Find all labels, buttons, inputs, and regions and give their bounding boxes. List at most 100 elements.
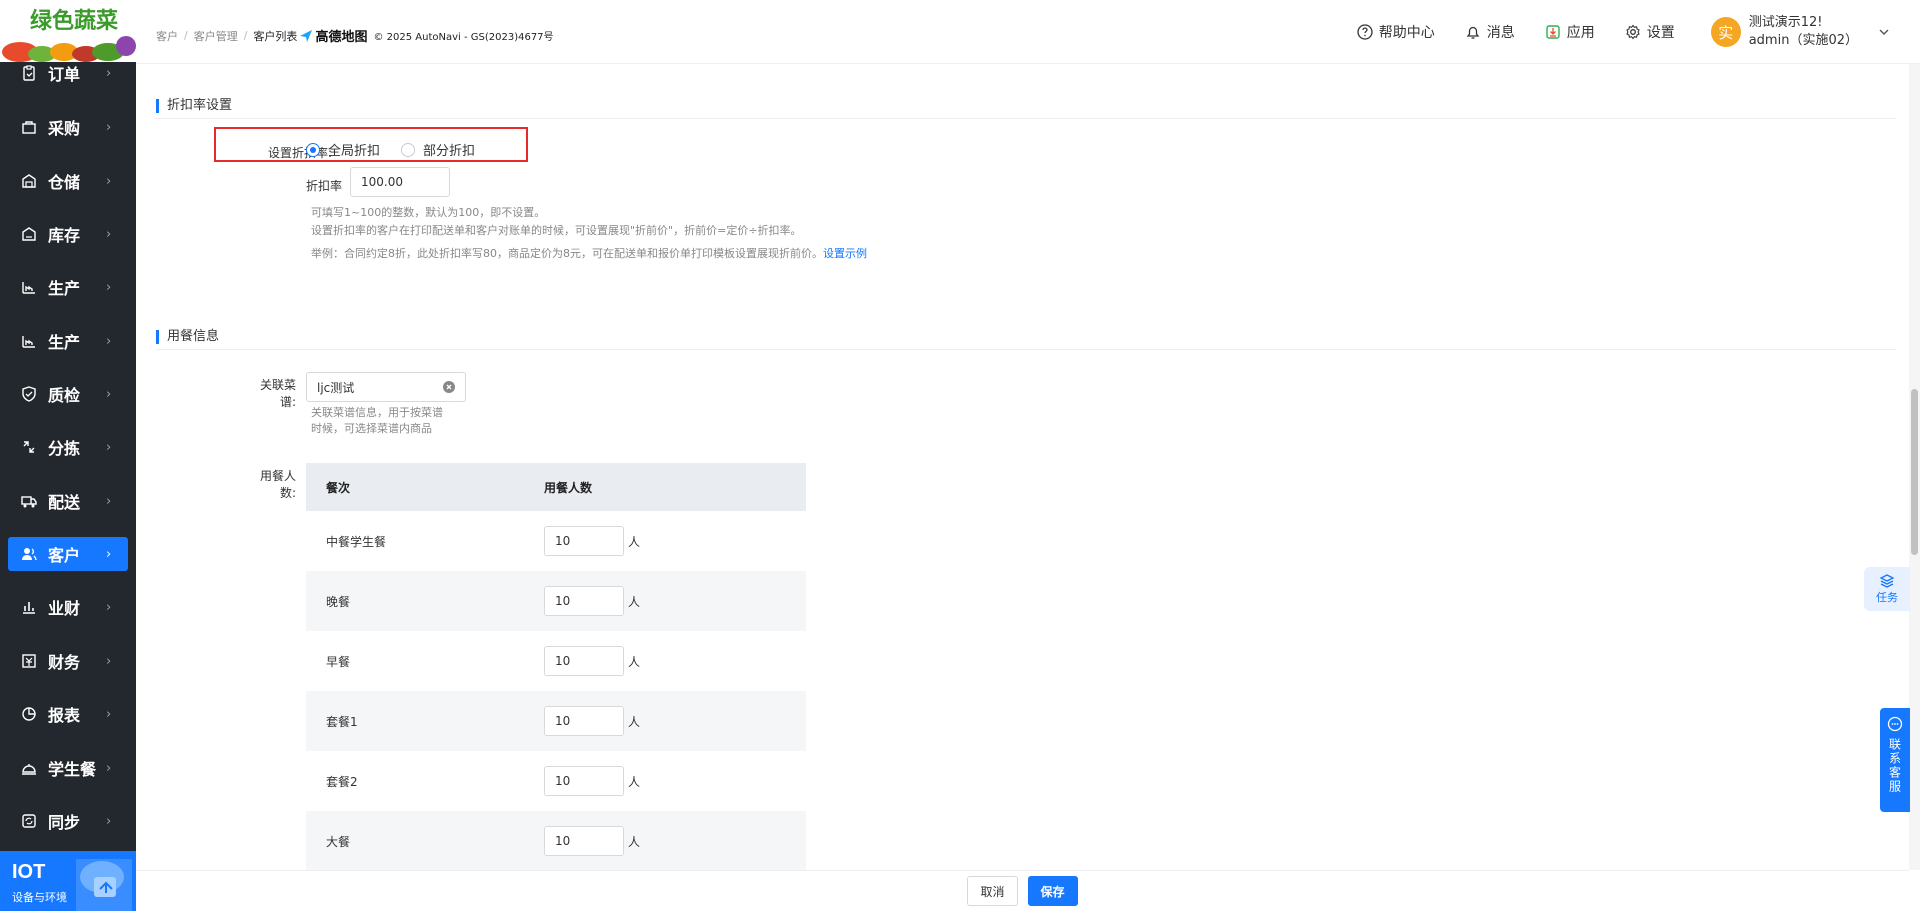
sidebar-item-production[interactable]: 生产 › <box>8 270 128 304</box>
sidebar-item-label: 配送 <box>48 493 81 512</box>
iot-cloud-icon <box>76 859 132 911</box>
main-content: 折扣率设置 设置折扣率: 全局折扣 部分折扣 折扣率 100.00 可填写1~1… <box>136 64 1920 870</box>
sidebar-item-student-meal[interactable]: 学生餐 › <box>8 751 128 785</box>
cancel-button[interactable]: 取消 <box>967 876 1018 906</box>
diners-input[interactable]: 10 <box>544 586 624 616</box>
clear-icon[interactable] <box>443 381 455 393</box>
user-menu[interactable]: 实 测试演示12! admin（实施02） <box>1710 14 1890 50</box>
scrollbar-thumb[interactable] <box>1911 389 1918 555</box>
menu-select[interactable]: ljc测试 <box>306 372 466 402</box>
logo-image: 绿色蔬菜 <box>0 0 136 62</box>
sidebar-item-label: 同步 <box>48 813 81 832</box>
sidebar-item-purchase[interactable]: 采购 › <box>8 110 128 144</box>
setting-example-link[interactable]: 设置示例 <box>823 247 867 260</box>
map-copyright: © 2025 AutoNavi - GS(2023)4677号 <box>373 32 554 43</box>
sidebar-item-warehouse[interactable]: 仓储 › <box>8 164 128 198</box>
unit-label: 人 <box>628 834 641 849</box>
discount-rate-input[interactable]: 100.00 <box>350 167 450 197</box>
breadcrumb-item[interactable]: 客户管理 <box>194 28 238 44</box>
breadcrumb-item[interactable]: 客户 <box>156 28 178 44</box>
save-button[interactable]: 保存 <box>1027 876 1078 906</box>
chevron-right-icon: › <box>106 599 112 615</box>
map-brand: 高德地图 <box>315 30 368 45</box>
sidebar-item-finance[interactable]: 财务 › <box>8 644 128 678</box>
messages-button[interactable]: 消息 <box>1465 22 1515 42</box>
chevron-right-icon: › <box>106 439 112 455</box>
user-name: 测试演示12! <box>1748 15 1823 30</box>
factory-icon <box>20 332 38 350</box>
sidebar-item-sorting[interactable]: 分拣 › <box>8 430 128 464</box>
amap-logo-icon <box>300 29 313 42</box>
diners-input[interactable]: 10 <box>544 766 624 796</box>
sidebar-item-quality[interactable]: 质检 › <box>8 377 128 411</box>
radio-partial-discount[interactable]: 部分折扣 <box>401 140 475 159</box>
table-header: 餐次 用餐人数 <box>306 463 806 511</box>
sidebar-item-customers[interactable]: 客户 › <box>8 537 128 571</box>
chevron-right-icon: › <box>106 65 112 81</box>
messages-label: 消息 <box>1486 25 1515 41</box>
settings-button[interactable]: 设置 <box>1625 22 1675 42</box>
menu-select-value: ljc测试 <box>317 380 355 395</box>
radio-global-discount-label: 全局折扣 <box>328 144 381 159</box>
customer-service-button[interactable]: 联系客服 <box>1880 708 1910 812</box>
sidebar-item-production-2[interactable]: 生产 › <box>8 324 128 358</box>
map-attribution: 高德地图 © 2025 AutoNavi - GS(2023)4677号 <box>299 26 554 45</box>
chevron-right-icon: › <box>106 546 112 562</box>
section-divider <box>156 349 1896 350</box>
layers-icon <box>1879 574 1895 588</box>
menu-label: 关联菜谱: <box>259 378 296 409</box>
task-button[interactable]: 任务 <box>1864 567 1910 611</box>
gear-icon <box>1626 24 1640 40</box>
meal-table: 餐次 用餐人数 中餐学生餐 10 人 晚餐 10 人 早餐 10 人 套餐1 10 人 … <box>306 463 806 870</box>
iot-banner[interactable]: IOT 设备与环境 <box>0 851 136 911</box>
diners-input[interactable]: 10 <box>544 706 624 736</box>
help-center-button[interactable]: 帮助中心 <box>1357 22 1435 42</box>
table-row: 套餐2 10 人 <box>306 751 806 811</box>
diners-input[interactable]: 10 <box>544 826 624 856</box>
sidebar-item-delivery[interactable]: 配送 › <box>8 484 128 518</box>
shopping-bag-icon <box>20 118 38 136</box>
logo[interactable]: 绿色蔬菜 <box>0 0 136 62</box>
sidebar-item-sync[interactable]: 同步 › <box>8 804 128 838</box>
diners-input[interactable]: 10 <box>544 526 624 556</box>
table-row: 套餐1 10 人 <box>306 691 806 751</box>
sidebar-item-label: 采购 <box>48 119 81 138</box>
scrollbar[interactable] <box>1909 64 1920 870</box>
radio-unselected-icon <box>401 142 415 157</box>
menu-hint-1: 关联菜谱信息，用于按菜谱 <box>311 406 443 419</box>
chevron-right-icon: › <box>106 173 112 189</box>
bell-icon <box>1466 26 1480 39</box>
sidebar-item-label: 质检 <box>48 386 81 405</box>
apps-label: 应用 <box>1566 25 1595 41</box>
unit-label: 人 <box>628 594 641 609</box>
breadcrumb-current: 客户列表 <box>253 29 298 43</box>
sidebar-item-inventory[interactable]: 库存 › <box>8 217 128 251</box>
table-row: 早餐 10 人 <box>306 631 806 691</box>
sidebar-item-orders[interactable]: 订单 › <box>8 56 128 90</box>
discount-hint-1: 可填写1~100的整数，默认为100，即不设置。 <box>311 206 546 219</box>
diners-label: 用餐人数: <box>259 469 296 500</box>
help-center-label: 帮助中心 <box>1378 25 1435 41</box>
meal-section-title: 用餐信息 <box>156 330 219 344</box>
chevron-right-icon: › <box>106 706 112 722</box>
meal-name: 套餐2 <box>326 774 358 789</box>
chevron-right-icon: › <box>106 226 112 242</box>
meal-name: 晚餐 <box>326 594 351 609</box>
sidebar-item-business-finance[interactable]: 业财 › <box>8 590 128 624</box>
discount-section-title: 折扣率设置 <box>156 99 232 113</box>
sidebar-item-label: 生产 <box>48 333 81 352</box>
sidebar-item-label: 订单 <box>48 65 81 84</box>
diners-input[interactable]: 10 <box>544 646 624 676</box>
iot-subtitle: 设备与环境 <box>12 891 67 904</box>
meal-name: 大餐 <box>326 834 351 849</box>
discount-hint-2: 设置折扣率的客户在打印配送单和客户对账单的时候，可设置展现"折前价"，折前价=定… <box>311 224 802 237</box>
sidebar-item-label: 业财 <box>48 599 81 618</box>
sidebar-item-reports[interactable]: 报表 › <box>8 697 128 731</box>
task-label: 任务 <box>1876 591 1898 604</box>
meal-name: 早餐 <box>326 654 351 669</box>
iot-title: IOT <box>12 861 46 883</box>
chevron-right-icon: › <box>106 760 112 776</box>
apps-button[interactable]: 应用 <box>1545 22 1595 42</box>
radio-global-discount[interactable]: 全局折扣 <box>306 140 380 159</box>
radio-partial-discount-label: 部分折扣 <box>423 144 476 159</box>
